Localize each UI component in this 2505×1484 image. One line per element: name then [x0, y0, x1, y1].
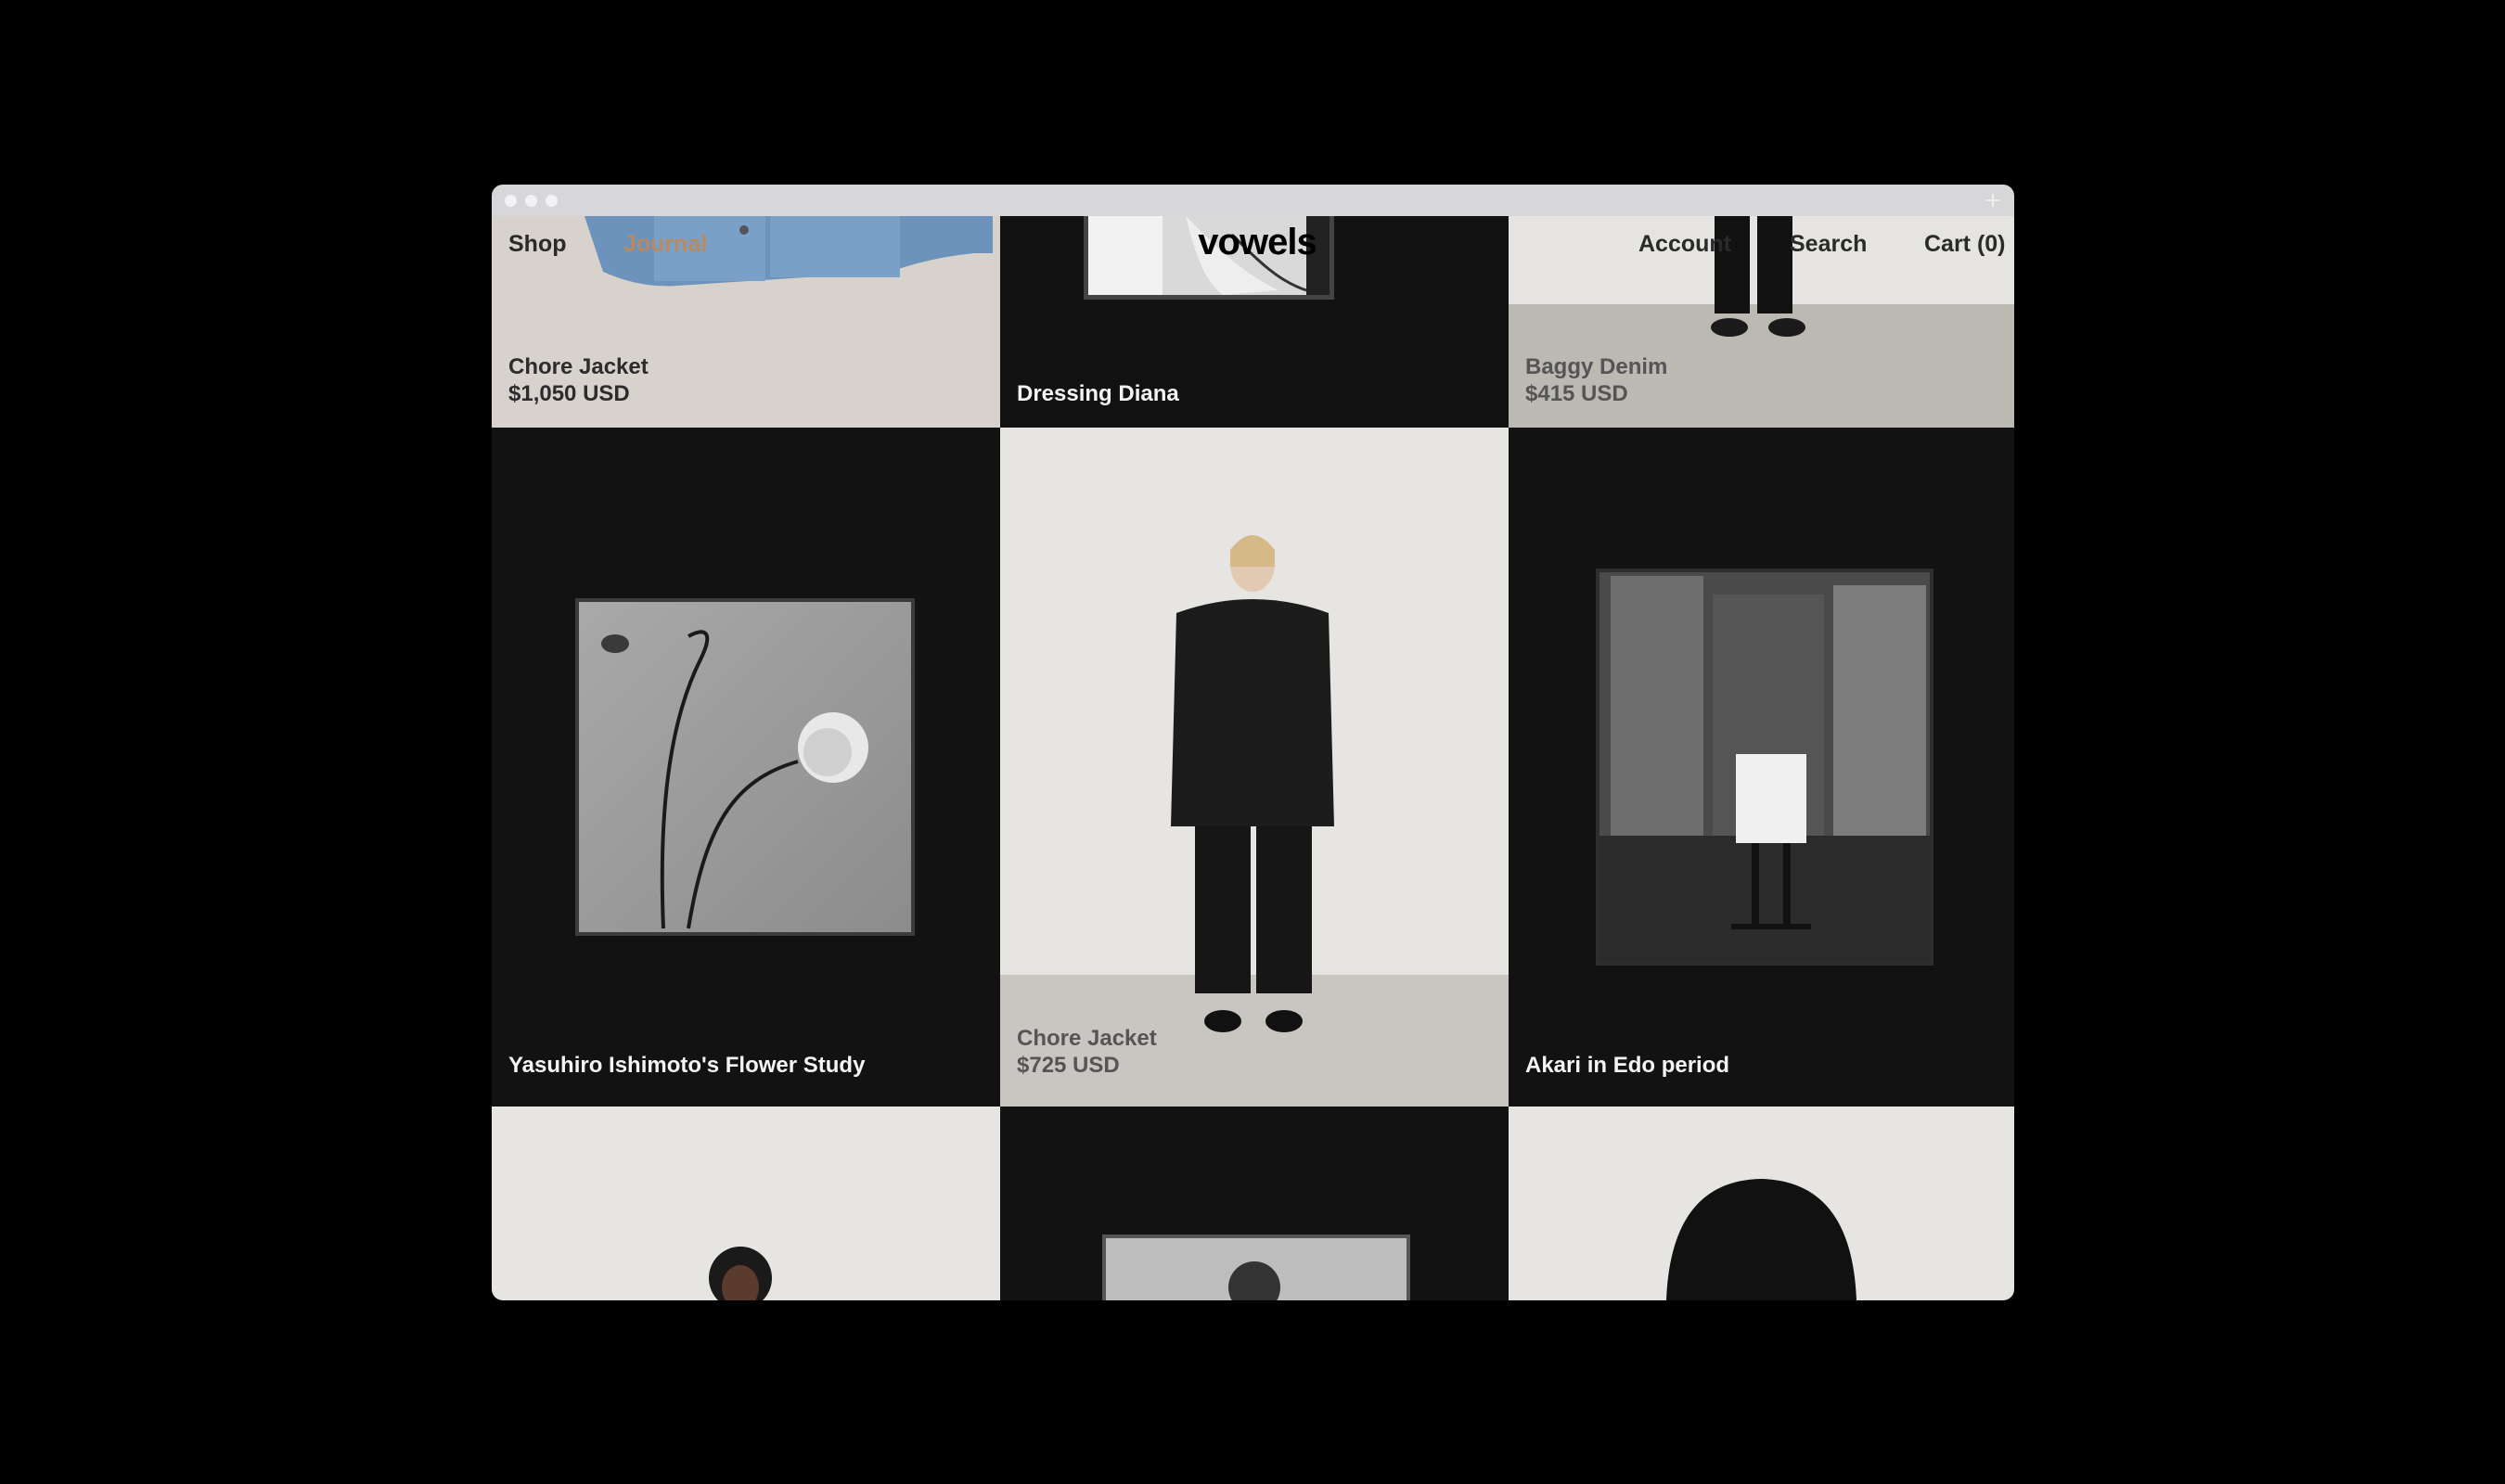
model-curly-hair-image — [709, 1247, 772, 1300]
nav-account-link[interactable]: Account — [1638, 231, 1731, 258]
nav-search-link[interactable]: Search — [1790, 231, 1867, 258]
page-viewport[interactable]: Shop Journal vowels Account Search Cart … — [492, 216, 2014, 1300]
browser-window: Shop Journal vowels Account Search Cart … — [492, 185, 2014, 1300]
tile-price: $725 USD — [1017, 1053, 1120, 1078]
browser-titlebar — [492, 185, 2014, 216]
tile-price: $1,050 USD — [508, 381, 630, 406]
close-window-button[interactable] — [505, 195, 517, 207]
nav-shop-link[interactable]: Shop — [508, 231, 567, 258]
zoom-window-button[interactable] — [546, 195, 558, 207]
journal-tile-flower-study[interactable]: Yasuhiro Ishimoto's Flower Study — [492, 428, 1000, 1107]
black-beanie-image — [1666, 1179, 1856, 1300]
tile-title: Dressing Diana — [1017, 381, 1179, 406]
tile-title: Chore Jacket — [1017, 1026, 1157, 1051]
plus-icon[interactable] — [1985, 192, 2001, 209]
akari-lamp-image — [1596, 569, 1933, 966]
flower-study-image — [575, 598, 915, 936]
tile-price: $415 USD — [1525, 381, 1628, 406]
minimize-window-button[interactable] — [525, 195, 537, 207]
product-tile-chore-jacket-black[interactable]: Chore Jacket $725 USD — [1000, 428, 1509, 1107]
product-tile-row3-right[interactable] — [1509, 1107, 2014, 1300]
journal-tile-akari-edo[interactable]: Akari in Edo period — [1509, 428, 2014, 1107]
tile-title: Baggy Denim — [1525, 354, 1668, 379]
tile-title: Chore Jacket — [508, 354, 649, 379]
tile-title: Akari in Edo period — [1525, 1053, 1730, 1078]
print-artwork-image — [1102, 1235, 1410, 1300]
tile-title: Yasuhiro Ishimoto's Flower Study — [508, 1053, 866, 1078]
product-tile-chore-jacket-denim[interactable]: Chore Jacket $1,050 USD — [492, 216, 1000, 428]
model-black-jacket-image — [1000, 535, 1509, 1107]
journal-tile-row3-middle[interactable] — [1000, 1107, 1509, 1300]
site-logo[interactable]: vowels — [1197, 222, 1317, 263]
nav-journal-link[interactable]: Journal — [623, 231, 707, 258]
product-tile-row3-left[interactable] — [492, 1107, 1000, 1300]
nav-cart-link[interactable]: Cart (0) — [1924, 231, 2006, 258]
